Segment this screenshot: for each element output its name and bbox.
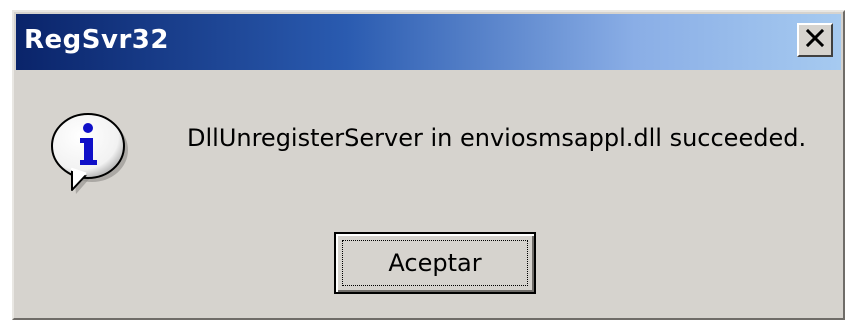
aceptar-button-label: Aceptar [342, 240, 528, 286]
title-bar[interactable]: RegSvr32 [16, 14, 841, 70]
dialog-message: DllUnregisterServer in enviosmsappl.dll … [187, 124, 807, 152]
close-button[interactable] [797, 23, 833, 57]
close-icon [805, 27, 825, 53]
window-title: RegSvr32 [24, 25, 169, 55]
info-icon [44, 108, 136, 200]
aceptar-button[interactable]: Aceptar [334, 232, 536, 294]
regsvr32-dialog: RegSvr32 DllUnregisterServer in enviosms… [12, 10, 845, 320]
